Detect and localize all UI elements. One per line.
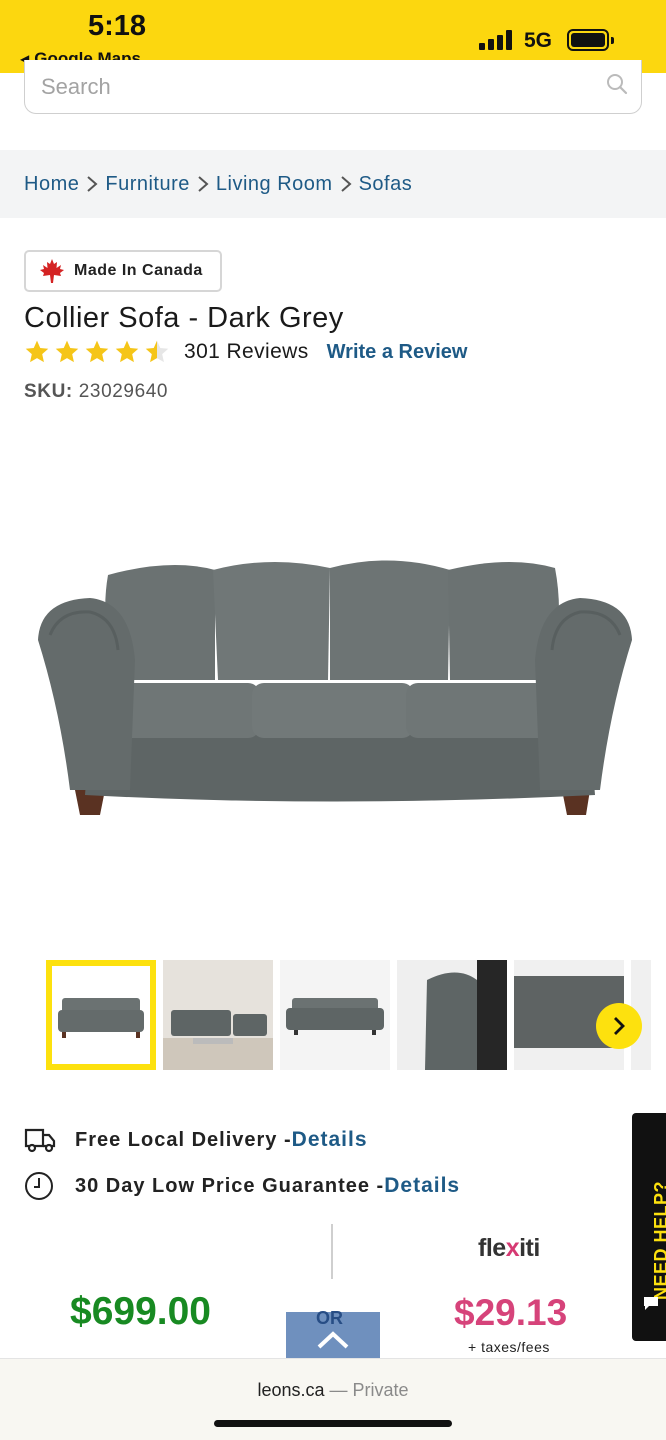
- sku-value: 23029640: [78, 381, 169, 402]
- status-time: 5:18: [88, 10, 147, 42]
- price-divider: [331, 1224, 333, 1279]
- thumbnail-1[interactable]: [46, 960, 156, 1070]
- free-delivery-row: Free Local Delivery - Details: [24, 1124, 368, 1156]
- truck-icon: [24, 1128, 56, 1153]
- product-title: Collier Sofa - Dark Grey: [24, 302, 344, 334]
- thumbnail-2[interactable]: [163, 960, 273, 1070]
- signal-icon: [479, 30, 515, 50]
- chevron-right-icon: [198, 176, 209, 192]
- sku-label: SKU:: [24, 381, 73, 402]
- breadcrumb-furniture[interactable]: Furniture: [105, 173, 190, 196]
- search-input[interactable]: Search: [24, 60, 642, 114]
- star-icon: [115, 340, 139, 363]
- star-icon: [85, 340, 109, 363]
- price-guarantee-row: 30 Day Low Price Guarantee - Details: [24, 1170, 460, 1202]
- thumbnail-4[interactable]: [397, 960, 507, 1070]
- sku: SKU: 23029640: [24, 381, 168, 403]
- chevron-right-icon: [340, 176, 352, 192]
- battery-icon: [567, 29, 614, 51]
- thumbnail-next-button[interactable]: [596, 1003, 642, 1049]
- thumbnail-3[interactable]: [280, 960, 390, 1070]
- product-image[interactable]: [30, 540, 640, 830]
- breadcrumb: Home Furniture Living Room Sofas: [0, 150, 666, 218]
- browser-url-bar[interactable]: leons.ca — Private: [0, 1358, 666, 1440]
- thumbnail-strip: [46, 960, 666, 1070]
- flexiti-logo: flexiti: [478, 1234, 540, 1262]
- write-review-link[interactable]: Write a Review: [327, 341, 468, 364]
- taxes-note: + taxes/fees: [468, 1339, 550, 1355]
- financing-price: $29.13: [454, 1292, 568, 1333]
- price-guarantee-label: 30 Day Low Price Guarantee -: [75, 1174, 385, 1197]
- url-display[interactable]: leons.ca — Private: [0, 1380, 666, 1401]
- rating-row: 301 Reviews Write a Review: [24, 337, 467, 367]
- star-icon: [55, 340, 79, 363]
- home-indicator[interactable]: [214, 1420, 452, 1427]
- search-icon[interactable]: [605, 72, 629, 96]
- chevron-right-icon: [614, 1017, 625, 1035]
- private-mode-label: — Private: [324, 1380, 409, 1400]
- made-in-canada-badge: Made In Canada: [24, 250, 222, 292]
- clock-icon: [25, 1172, 53, 1200]
- chevron-right-icon: [87, 176, 98, 192]
- chat-bubble-icon: [644, 1297, 658, 1310]
- product-price: $699.00: [70, 1290, 211, 1333]
- free-delivery-label: Free Local Delivery -: [75, 1128, 292, 1151]
- star-icon: [25, 340, 49, 363]
- free-delivery-details-link[interactable]: Details: [292, 1128, 368, 1152]
- breadcrumb-home[interactable]: Home: [24, 173, 79, 196]
- half-star-icon: [145, 340, 169, 363]
- url-domain: leons.ca: [257, 1380, 325, 1400]
- made-in-canada-label: Made In Canada: [74, 262, 203, 279]
- search-placeholder: Search: [41, 74, 111, 99]
- network-label: 5G: [524, 29, 553, 52]
- price-guarantee-details-link[interactable]: Details: [384, 1174, 460, 1198]
- breadcrumb-sofas[interactable]: Sofas: [359, 173, 413, 196]
- maple-leaf-icon: [40, 259, 64, 283]
- breadcrumb-living-room[interactable]: Living Room: [216, 173, 333, 196]
- need-help-label: NEED HELP?: [651, 1180, 666, 1300]
- reviews-count[interactable]: 301 Reviews: [184, 340, 309, 364]
- chevron-up-icon: [317, 1331, 349, 1349]
